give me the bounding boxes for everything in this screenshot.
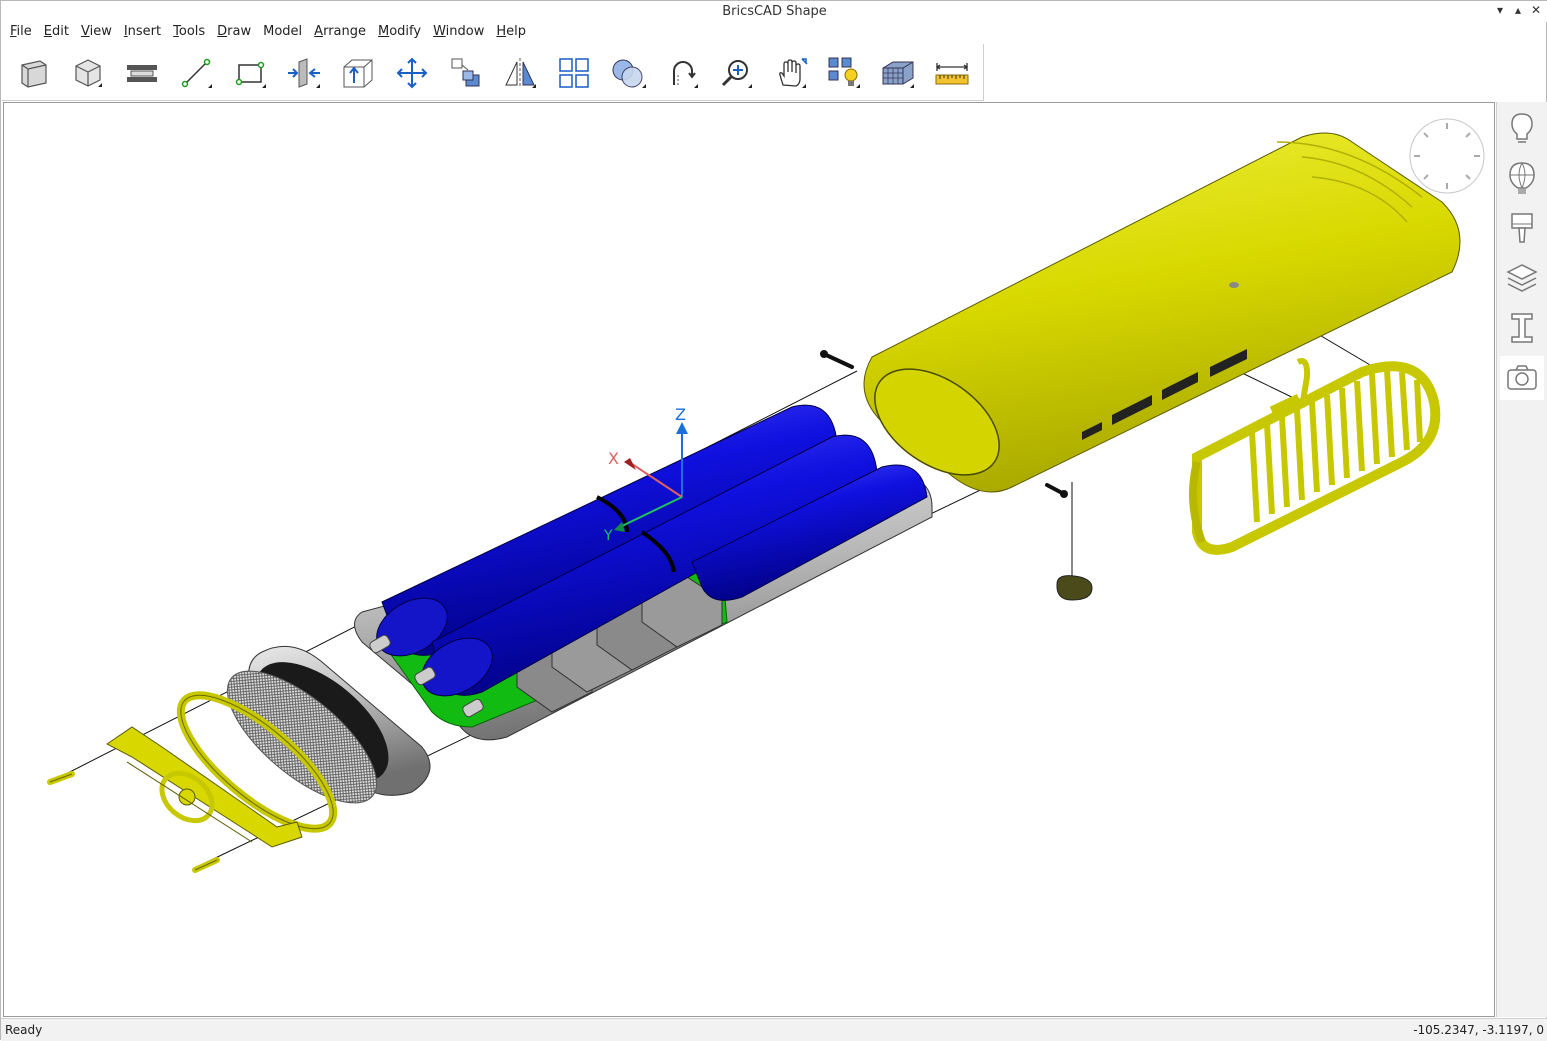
model-viewport[interactable]: Z X Y: [3, 102, 1495, 1017]
menu-bar: File Edit View Insert Tools Draw Model A…: [1, 22, 532, 44]
foot-pad[interactable]: [1056, 575, 1093, 601]
axis-z-label: Z: [675, 405, 686, 424]
close-button[interactable]: ✕: [1530, 3, 1542, 17]
app-window: BricsCAD Shape ▾ ▴ ✕ File Edit View Inse…: [0, 0, 1547, 1041]
line-icon[interactable]: [176, 53, 216, 93]
menu-file[interactable]: File: [4, 22, 38, 44]
menu-arrange[interactable]: Arrange: [308, 22, 372, 44]
menu-insert[interactable]: Insert: [118, 22, 167, 44]
status-text: Ready: [5, 1023, 43, 1037]
copy-icon[interactable]: [446, 53, 486, 93]
camera-icon[interactable]: [1500, 356, 1544, 400]
housing-shell[interactable]: [856, 132, 1461, 497]
status-bar: Ready -105.2347, -3.1197, 0: [1, 1018, 1547, 1041]
model-canvas[interactable]: Z X Y: [4, 103, 1495, 1017]
array-icon[interactable]: [554, 53, 594, 93]
zoom-icon[interactable]: [716, 53, 756, 93]
screw-bottom-right[interactable]: [1045, 483, 1068, 498]
axis-x-label: X: [608, 449, 619, 468]
grille-cage[interactable]: [1189, 358, 1441, 555]
boolean-icon[interactable]: [608, 53, 648, 93]
layers-icon[interactable]: [1500, 256, 1544, 300]
render-mode-icon[interactable]: [878, 53, 918, 93]
slab-icon[interactable]: [122, 53, 162, 93]
measure-icon[interactable]: [932, 53, 972, 93]
tips-icon[interactable]: [1500, 106, 1544, 150]
extrude-face-icon[interactable]: [338, 53, 378, 93]
view-compass[interactable]: [1409, 118, 1485, 194]
menu-tools[interactable]: Tools: [167, 22, 211, 44]
view-lights-icon[interactable]: [824, 53, 864, 93]
maximize-button[interactable]: ▴: [1512, 3, 1524, 17]
menu-modify[interactable]: Modify: [372, 22, 427, 44]
menu-model[interactable]: Model: [257, 22, 308, 44]
move-icon[interactable]: [392, 53, 432, 93]
wall-icon[interactable]: [14, 53, 54, 93]
minimize-button[interactable]: ▾: [1494, 3, 1506, 17]
screw-front-bottom[interactable]: [192, 857, 220, 873]
title-bar: BricsCAD Shape ▾ ▴ ✕: [1, 1, 1547, 22]
coordinate-readout: -105.2347, -3.1197, 0: [1413, 1023, 1544, 1037]
paint-icon[interactable]: [1500, 206, 1544, 250]
pan-icon[interactable]: [770, 53, 810, 93]
menu-window[interactable]: Window: [427, 22, 490, 44]
rectangle-icon[interactable]: [230, 53, 270, 93]
menu-edit[interactable]: Edit: [38, 22, 75, 44]
screw-top[interactable]: [820, 350, 854, 369]
materials-icon[interactable]: [1500, 156, 1544, 200]
axis-y-label: Y: [603, 528, 613, 544]
window-title: BricsCAD Shape: [722, 4, 827, 19]
menu-help[interactable]: Help: [490, 22, 532, 44]
components-icon[interactable]: [1500, 306, 1544, 350]
box-icon[interactable]: [68, 53, 108, 93]
menu-draw[interactable]: Draw: [211, 22, 257, 44]
mirror-icon[interactable]: [500, 53, 540, 93]
right-panel: [1496, 102, 1547, 1017]
orbit-icon[interactable]: [662, 53, 702, 93]
menu-view[interactable]: View: [75, 22, 118, 44]
window-controls: ▾ ▴ ✕: [1494, 3, 1542, 17]
push-pull-icon[interactable]: [284, 53, 324, 93]
main-toolbar: [2, 44, 984, 101]
screw-front-top[interactable]: [47, 771, 75, 785]
